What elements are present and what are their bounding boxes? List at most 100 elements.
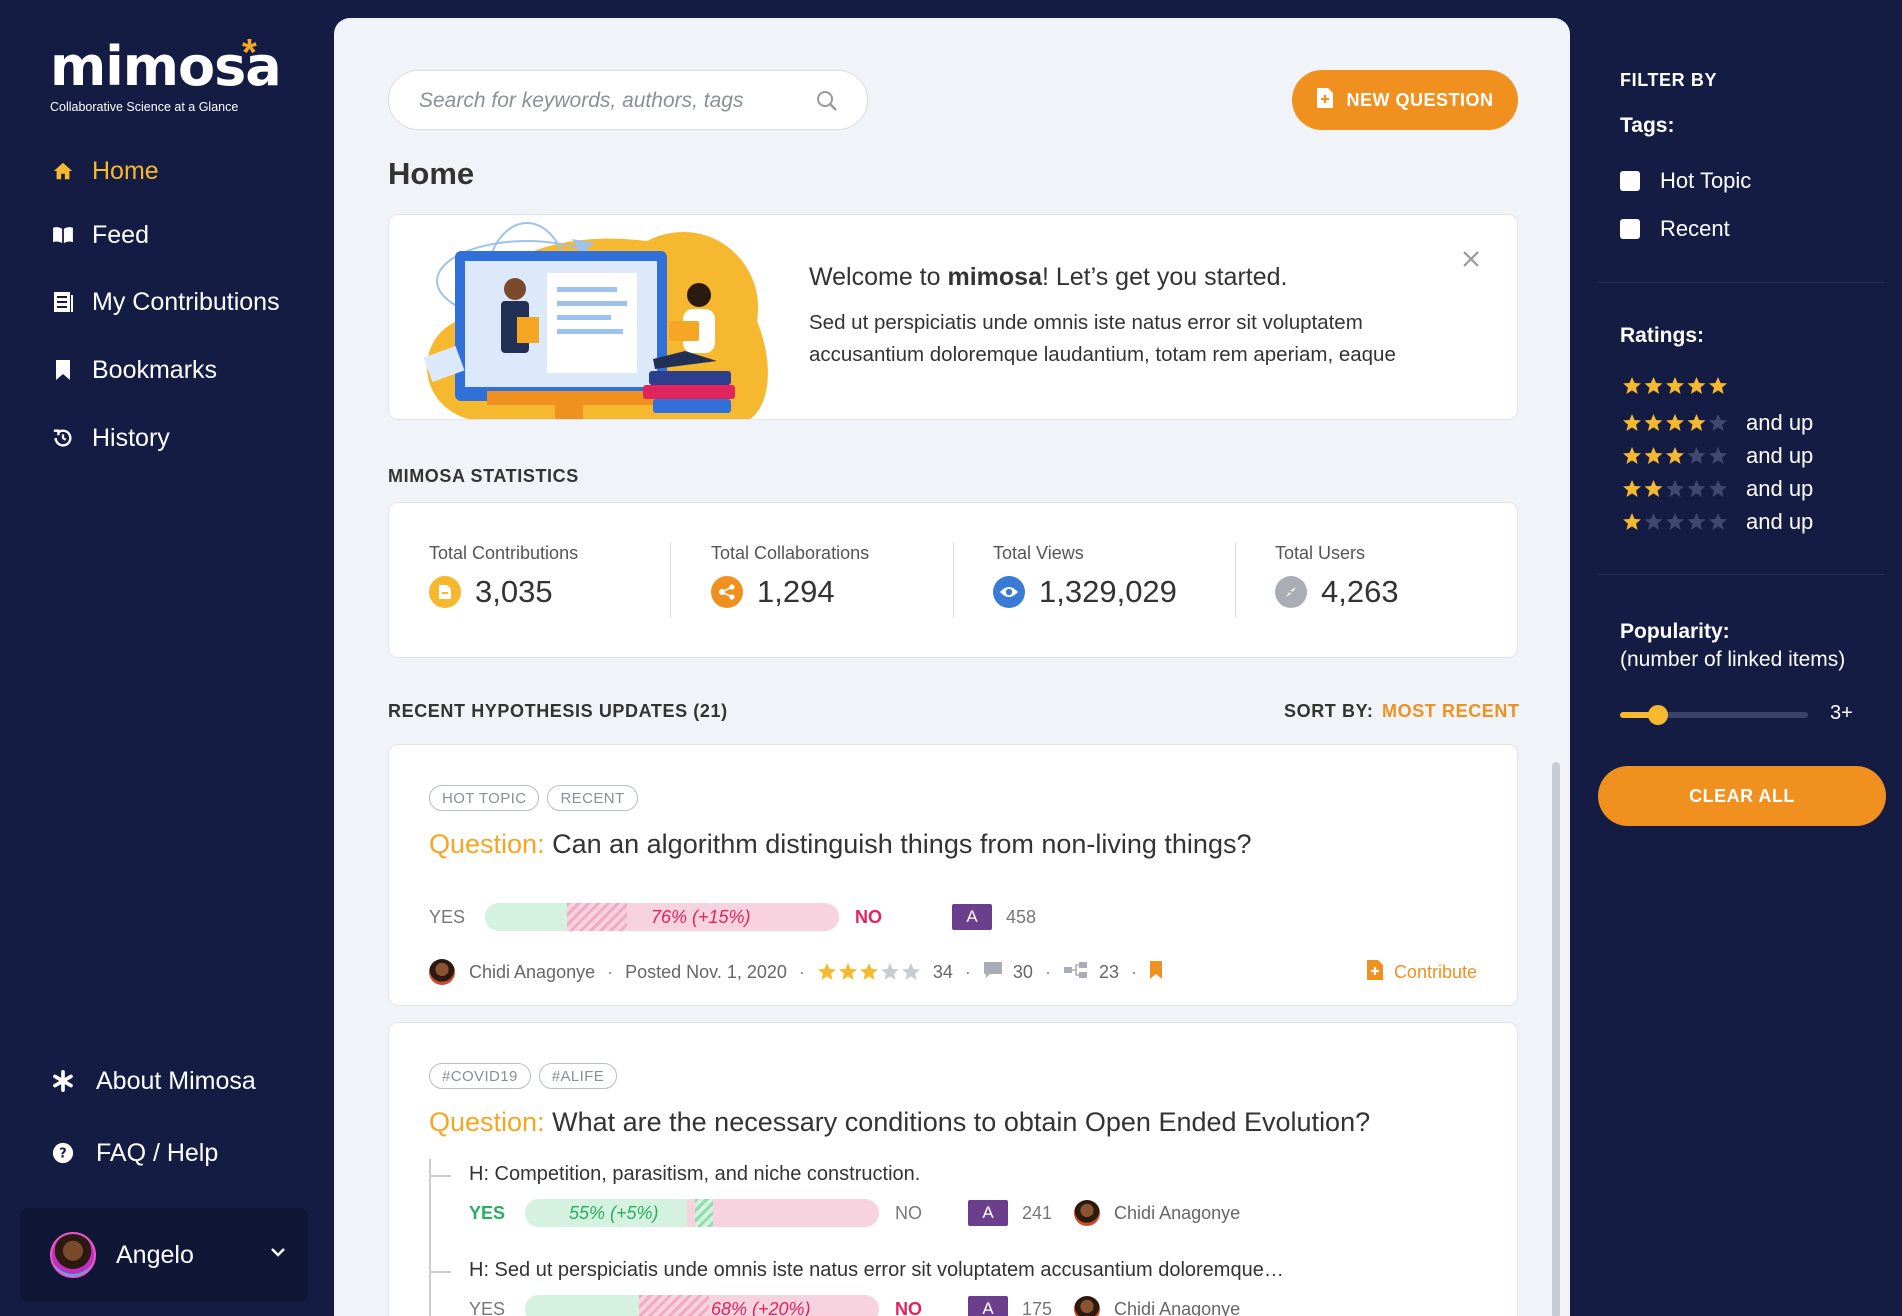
checkbox[interactable] (1620, 219, 1640, 239)
stat-divider (670, 543, 671, 617)
comment-icon[interactable] (983, 961, 1003, 984)
new-document-icon (1366, 959, 1384, 986)
new-question-label: NEW QUESTION (1346, 89, 1494, 110)
stat-label: Total Views (993, 543, 1084, 563)
tag-chip[interactable]: RECENT (547, 785, 638, 811)
sidebar-item-label: History (92, 423, 170, 452)
search-bar[interactable] (388, 70, 868, 130)
rating-filter-5-stars[interactable] (1622, 376, 1746, 396)
question-title[interactable]: Question: Can an algorithm distinguish t… (429, 829, 1251, 860)
vote-bar[interactable]: 55% (+5%) (525, 1199, 879, 1227)
vote-bar[interactable]: 76% (+15%) (485, 903, 839, 931)
scrollbar-thumb[interactable] (1552, 762, 1560, 1316)
close-icon[interactable] (1461, 249, 1481, 274)
clear-all-button[interactable]: CLEAR ALL (1598, 766, 1886, 826)
new-question-button[interactable]: NEW QUESTION (1292, 70, 1518, 130)
stat-divider (1235, 543, 1236, 617)
star-icon (1666, 480, 1684, 497)
yes-label: YES (429, 906, 466, 927)
chevron-down-icon (270, 1244, 286, 1262)
bookmark-icon[interactable] (1149, 960, 1163, 985)
asterisk-icon (50, 1068, 76, 1094)
sidebar-item-home[interactable]: Home (50, 154, 159, 188)
welcome-banner: Welcome to mimosa! Let’s get you started… (388, 214, 1518, 420)
no-label: NO (895, 1202, 922, 1223)
star-icon (817, 963, 836, 980)
separator-dot: · (1044, 961, 1051, 982)
answer-count: 241 (1022, 1202, 1053, 1223)
search-input[interactable] (419, 85, 799, 117)
question-card[interactable]: HOT TOPIC RECENT Question: Can an algori… (388, 744, 1518, 1006)
rating-filter-4-stars[interactable]: and up (1622, 410, 1813, 436)
welcome-title: Welcome to mimosa! Let’s get you started… (809, 263, 1288, 292)
sidebar-item-my-contributions[interactable]: My Contributions (50, 285, 280, 319)
svg-text:?: ? (59, 1147, 66, 1162)
new-document-icon (1316, 87, 1334, 114)
star-icon (1666, 447, 1684, 464)
bookmark-icon (50, 357, 76, 383)
rating-suffix: and up (1746, 410, 1814, 435)
rating-stars[interactable] (817, 962, 923, 982)
sort-dropdown[interactable]: MOST RECENT (1382, 701, 1520, 722)
link-icon[interactable] (1063, 961, 1089, 984)
history-icon (50, 425, 76, 451)
star-icon (1709, 377, 1727, 394)
filter-tag-recent[interactable]: Recent (1620, 216, 1730, 242)
sort-label: SORT BY: (1284, 701, 1374, 721)
star-icon (1709, 414, 1727, 431)
author-name[interactable]: Chidi Anagonye (1114, 1299, 1240, 1316)
rating-stars (1623, 447, 1727, 464)
star-icon (1644, 513, 1663, 530)
author-avatar (1074, 1200, 1101, 1226)
author-name[interactable]: Chidi Anagonye (1114, 1203, 1240, 1224)
filter-tag-hot-topic[interactable]: Hot Topic (1620, 168, 1751, 194)
author-name[interactable]: Chidi Anagonye (469, 962, 595, 983)
tag-chip[interactable]: #COVID19 (429, 1063, 531, 1089)
welcome-title-prefix: Welcome to (809, 263, 948, 291)
welcome-body: Sed ut perspiciatis unde omnis iste natu… (809, 311, 1396, 366)
sidebar-item-feed[interactable]: Feed (50, 218, 149, 252)
star-icon (1687, 513, 1706, 530)
rating-stars (1623, 480, 1727, 497)
stat-divider (953, 543, 954, 617)
hypothesis-text[interactable]: H: Sed ut perspiciatis unde omnis iste n… (469, 1259, 1284, 1282)
rating-filter-1-stars[interactable]: and up (1622, 509, 1813, 535)
contribute-button[interactable]: Contribute (1366, 959, 1477, 986)
hypothesis-branch (429, 1271, 451, 1273)
hypothesis-text[interactable]: H: Competition, parasitism, and niche co… (469, 1163, 920, 1186)
hypothesis-tree-line (429, 1159, 431, 1316)
logo-tagline: Collaborative Science at a Glance (50, 100, 239, 114)
question-prefix: Question: (429, 1107, 545, 1137)
vote-bar-change (695, 1199, 713, 1227)
main-panel: NEW QUESTION Home (334, 18, 1570, 1316)
rating-filter-3-stars[interactable]: and up (1622, 443, 1813, 469)
star-icon (1709, 447, 1727, 464)
vote-bar[interactable]: 68% (+20%) (525, 1295, 879, 1316)
checkbox[interactable] (1620, 171, 1640, 191)
sidebar-item-about[interactable]: About Mimosa (50, 1064, 256, 1098)
question-card[interactable]: #COVID19 #ALIFE Question: What are the n… (388, 1022, 1518, 1316)
user-menu[interactable]: Angelo (20, 1208, 308, 1302)
tag-chip[interactable]: #ALIFE (538, 1063, 618, 1089)
question-title[interactable]: Question: What are the necessary conditi… (429, 1107, 1370, 1138)
stat-value: 3,035 (475, 574, 553, 609)
sidebar-item-bookmarks[interactable]: Bookmarks (50, 353, 217, 387)
rating-filter-2-stars[interactable]: and up (1622, 476, 1813, 502)
tag-chip[interactable]: HOT TOPIC (429, 785, 540, 811)
home-icon (50, 158, 76, 184)
slider-handle[interactable] (1647, 705, 1668, 725)
author-avatar (1074, 1296, 1101, 1316)
sidebar-item-faq[interactable]: ? FAQ / Help (50, 1136, 218, 1170)
sidebar-item-history[interactable]: History (50, 421, 170, 455)
logo[interactable]: mimosa * Collaborative Science at a Glan… (50, 34, 282, 114)
welcome-illustration (423, 222, 768, 419)
checkbox-label: Hot Topic (1660, 168, 1752, 193)
popularity-slider[interactable] (1620, 705, 1808, 725)
answer-badge: A (952, 904, 992, 930)
stat-value: 4,263 (1321, 574, 1399, 609)
scrollbar[interactable] (1552, 762, 1560, 1316)
search-icon[interactable] (815, 89, 839, 118)
star-icon (1687, 447, 1706, 464)
popularity-title: Popularity: (1620, 620, 1730, 643)
vote-row: YES 55% (+5%) NO A 241 Chidi Anagonye (469, 1199, 1240, 1227)
